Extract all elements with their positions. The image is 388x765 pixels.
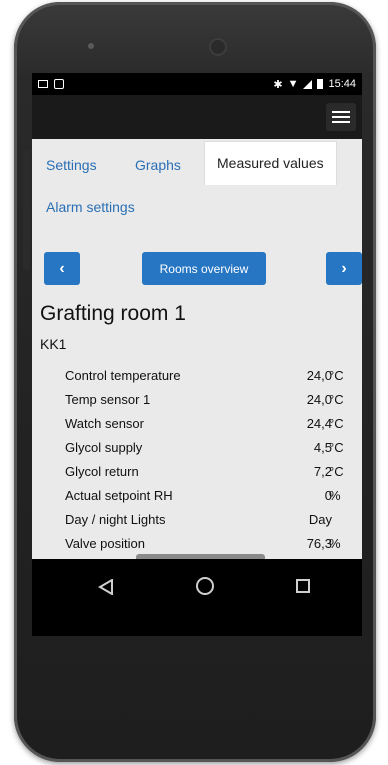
menu-line-icon <box>332 111 350 113</box>
measurement-row: Glycol supply 4,5 °C <box>65 440 360 460</box>
measurement-label: Control temperature <box>65 368 181 383</box>
home-icon[interactable] <box>196 577 214 595</box>
measurement-row: Day / night Lights Day <box>65 512 360 532</box>
measurement-unit: °C <box>329 440 344 455</box>
tab-graphs[interactable]: Graphs <box>135 157 181 173</box>
app-notification-icon <box>54 79 64 89</box>
status-time: 15:44 <box>328 78 356 90</box>
back-icon[interactable] <box>98 579 114 595</box>
wifi-icon: ▼ <box>287 78 299 90</box>
front-camera <box>209 38 227 56</box>
signal-icon <box>303 79 313 89</box>
measurement-unit: % <box>329 488 341 503</box>
measurement-unit: °C <box>329 368 344 383</box>
screen: ✱ ▼ 15:44 Settings Graphs Measured value… <box>32 73 362 636</box>
measurement-row: Actual setpoint RH 0 % <box>65 488 360 508</box>
tab-settings[interactable]: Settings <box>46 157 97 173</box>
menu-button[interactable] <box>326 103 356 131</box>
status-bar: ✱ ▼ 15:44 <box>32 73 362 95</box>
measurement-label: Temp sensor 1 <box>65 392 151 407</box>
measurement-row: Valve position 76,3 % <box>65 536 360 556</box>
measurement-label: Glycol supply <box>65 440 143 455</box>
measurement-row: Glycol return 7,2 °C <box>65 464 360 484</box>
measurement-label: Glycol return <box>65 464 139 479</box>
next-room-button[interactable]: › <box>326 252 362 285</box>
measurement-label: Valve position <box>65 536 145 551</box>
bluetooth-icon: ✱ <box>273 78 283 91</box>
measurement-label: Day / night Lights <box>65 512 166 527</box>
android-nav-bar <box>32 559 362 636</box>
measurement-row: Temp sensor 1 24,0 °C <box>65 392 360 412</box>
sensor-dot <box>88 43 94 49</box>
menu-line-icon <box>332 116 350 118</box>
previous-room-button[interactable]: ‹ <box>44 252 80 285</box>
measurement-unit: °C <box>329 464 344 479</box>
room-subtitle: KK1 <box>40 336 67 352</box>
battery-icon <box>317 79 324 89</box>
main-content: ‹ Rooms overview › Grafting room 1 KK1 C… <box>32 238 362 634</box>
measurement-unit: % <box>329 536 341 551</box>
menu-line-icon <box>332 121 350 123</box>
measurement-unit: °C <box>329 416 344 431</box>
side-button <box>23 150 30 270</box>
measurement-label: Watch sensor <box>65 416 144 431</box>
room-title: Grafting room 1 <box>40 302 186 325</box>
measurement-row: Control temperature 24,0 °C <box>65 368 360 388</box>
app-bar <box>32 95 362 139</box>
recent-apps-icon[interactable] <box>296 579 310 593</box>
measurement-label: Actual setpoint RH <box>65 488 173 503</box>
measurement-unit: °C <box>329 392 344 407</box>
tab-alarm-settings[interactable]: Alarm settings <box>46 199 135 215</box>
rooms-overview-button[interactable]: Rooms overview <box>142 252 266 285</box>
measurement-row: Watch sensor 24,4 °C <box>65 416 360 436</box>
tab-measured-values[interactable]: Measured values <box>204 141 337 185</box>
image-notification-icon <box>38 80 48 88</box>
measurement-value: Day <box>308 512 332 527</box>
